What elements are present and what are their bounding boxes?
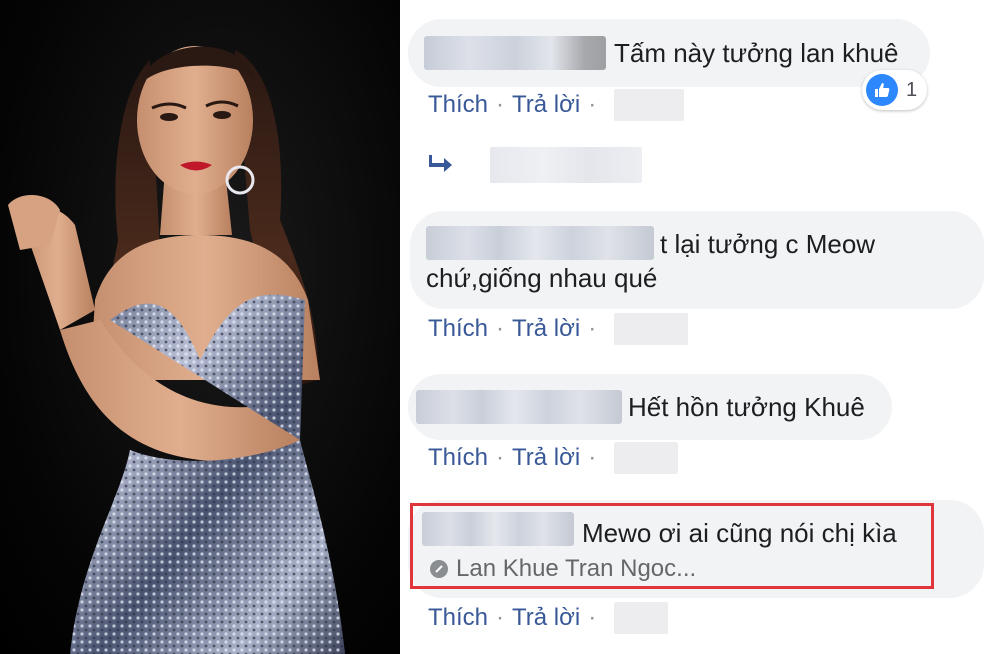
like-thumb-icon: [866, 74, 898, 106]
photo-panel: [0, 0, 400, 654]
comment-bubble-2: t lại tưởng c Meow chứ,giống nhau qué: [410, 211, 984, 309]
comment-bubble-1: Tấm này tưởng lan khuê: [408, 19, 930, 87]
blurred-timestamp: [614, 313, 689, 345]
comment-actions: Thích · Trả lời ·: [428, 441, 679, 475]
dot-separator: ·: [588, 604, 597, 631]
woman-photo: [8, 46, 345, 654]
reply-arrow-icon: [428, 153, 454, 178]
like-link[interactable]: Thích: [428, 91, 488, 119]
comment-actions: Thích · Trả lời ·: [428, 601, 669, 635]
dot-separator: ·: [496, 604, 505, 631]
dot-separator: ·: [496, 444, 505, 471]
comment-text: Tấm này tưởng lan khuê: [614, 38, 899, 68]
blurred-timestamp: [614, 442, 679, 474]
highlight-box: [410, 503, 934, 589]
view-replies-row[interactable]: [428, 147, 642, 183]
comment-text-line1: t lại tưởng c Meow: [660, 229, 876, 259]
blurred-reply-preview: [490, 147, 642, 183]
comments-panel: Tấm này tưởng lan khuê 1 Thích · Trả lời…: [404, 0, 1000, 654]
blurred-timestamp: [614, 602, 669, 634]
dot-separator: ·: [588, 315, 597, 342]
like-link[interactable]: Thích: [428, 604, 488, 632]
blurred-commenter-name[interactable]: [426, 226, 654, 260]
like-link[interactable]: Thích: [428, 444, 488, 472]
comment-bubble-3: Hết hồn tưởng Khuê: [408, 374, 892, 440]
comment-actions: Thích · Trả lời ·: [428, 88, 685, 122]
dot-separator: ·: [588, 444, 597, 471]
blurred-commenter-name[interactable]: [416, 390, 622, 424]
comment-actions: Thích · Trả lời ·: [428, 312, 689, 346]
reply-link[interactable]: Trả lời: [512, 604, 580, 632]
dot-separator: ·: [496, 91, 505, 118]
like-link[interactable]: Thích: [428, 315, 488, 343]
dot-separator: ·: [588, 91, 597, 118]
dot-separator: ·: [496, 315, 505, 342]
reply-link[interactable]: Trả lời: [512, 315, 580, 343]
blurred-commenter-name[interactable]: [424, 36, 606, 70]
reply-link[interactable]: Trả lời: [512, 91, 580, 119]
reply-link[interactable]: Trả lời: [512, 444, 580, 472]
blurred-timestamp: [614, 89, 685, 121]
comment-text: Hết hồn tưởng Khuê: [628, 392, 865, 422]
reaction-count: 1: [906, 78, 918, 101]
comment-text-line2: chứ,giống nhau qué: [426, 263, 658, 293]
reaction-badge[interactable]: 1: [862, 70, 928, 110]
